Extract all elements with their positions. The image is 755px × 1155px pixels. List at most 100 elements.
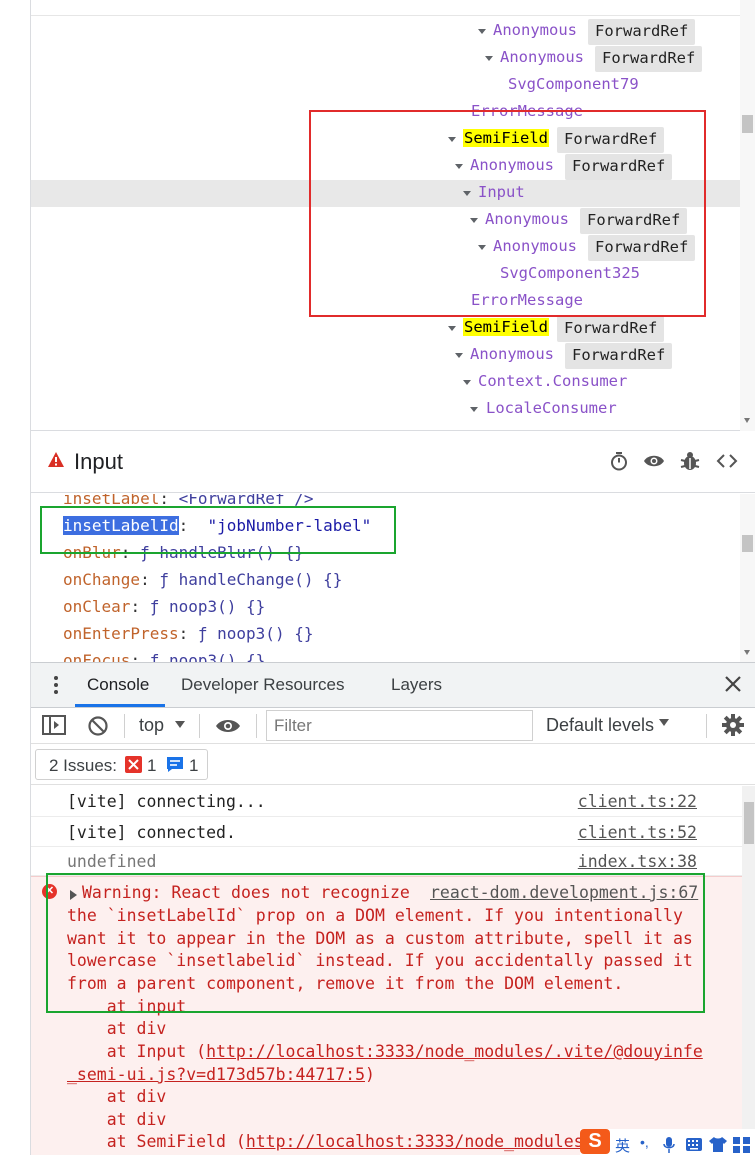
- forwardref-badge: ForwardRef: [595, 46, 703, 72]
- tree-scrollbar[interactable]: [740, 0, 755, 431]
- prop-row[interactable]: onFocus: ƒ noop3() {}: [63, 651, 265, 662]
- selected-component-title: Input: [74, 449, 123, 474]
- microphone-icon[interactable]: [663, 1137, 675, 1153]
- tree-scrollbar-thumb[interactable]: [742, 115, 753, 133]
- stack-prefix: at SemiField (: [67, 1132, 246, 1151]
- tree-divider: [31, 15, 741, 16]
- prop-separator: :: [130, 651, 141, 662]
- tree-row[interactable]: LocaleConsumer: [31, 396, 741, 423]
- filter-input[interactable]: [266, 710, 533, 741]
- tree-row[interactable]: Anonymous ForwardRef: [31, 45, 741, 72]
- ime-punctuation[interactable]: •,: [640, 1134, 649, 1150]
- tree-row[interactable]: Context.Consumer: [31, 369, 741, 396]
- toolbar-separator: [706, 714, 707, 738]
- prop-key: onFocus: [63, 651, 131, 662]
- gear-icon[interactable]: [721, 713, 745, 737]
- stack-suffix: ): [365, 1065, 375, 1084]
- prop-row[interactable]: onChange: ƒ handleChange() {}: [63, 570, 342, 589]
- red-annotation-box: [309, 110, 706, 317]
- issues-button[interactable]: 2 Issues: 1 1: [35, 749, 208, 780]
- scroll-down-arrow-icon[interactable]: [744, 650, 750, 655]
- green-annotation-box: [40, 506, 396, 554]
- stack-url-link[interactable]: http://localhost:3333/node_modules: [246, 1132, 584, 1151]
- tab-developer-resources[interactable]: Developer Resources: [181, 675, 344, 695]
- message-source-link[interactable]: client.ts:52: [578, 823, 697, 842]
- green-annotation-box: [46, 873, 705, 1013]
- issues-label: 2 Issues:: [49, 756, 118, 775]
- keyboard-icon[interactable]: [686, 1138, 702, 1151]
- console-scrollbar-thumb[interactable]: [744, 802, 754, 844]
- tab-console[interactable]: Console: [87, 675, 149, 695]
- tree-row[interactable]: SemiField ForwardRef: [31, 315, 741, 342]
- expand-arrow-icon[interactable]: [455, 353, 463, 358]
- component-name: Anonymous: [493, 21, 577, 39]
- stack-url-link[interactable]: _semi-ui.js?v=d173d57b:44717:5: [67, 1065, 365, 1084]
- left-gutter: [0, 0, 31, 1155]
- stack-line: at Input (http://localhost:3333/node_mod…: [67, 1042, 703, 1061]
- more-options-icon[interactable]: [54, 675, 58, 695]
- log-levels-selector[interactable]: Default levels: [546, 715, 654, 736]
- ime-logo[interactable]: S: [580, 1129, 610, 1154]
- prop-row[interactable]: onEnterPress: ƒ noop3() {}: [63, 624, 313, 643]
- tree-row[interactable]: Anonymous ForwardRef: [31, 342, 741, 369]
- message-text: [vite] connected.: [67, 823, 236, 842]
- component-name: SvgComponent79: [508, 75, 639, 93]
- chevron-down-icon[interactable]: [175, 721, 185, 728]
- props-scrollbar[interactable]: [740, 494, 755, 662]
- prop-row[interactable]: onClear: ƒ noop3() {}: [63, 597, 265, 616]
- eye-icon[interactable]: [215, 715, 241, 737]
- skin-icon[interactable]: [709, 1137, 727, 1152]
- stack-line: at SemiField (http://localhost:3333/node…: [67, 1132, 584, 1151]
- tree-row[interactable]: Anonymous ForwardRef: [31, 18, 741, 45]
- ime-mode[interactable]: 英: [615, 1135, 630, 1155]
- sidebar-toggle-icon[interactable]: [42, 714, 66, 736]
- prop-gap: [140, 651, 150, 662]
- props-scrollbar-thumb[interactable]: [742, 535, 753, 552]
- stack-line: at div: [67, 1087, 167, 1106]
- expand-arrow-icon[interactable]: [448, 326, 456, 331]
- forwardref-badge: ForwardRef: [588, 19, 696, 45]
- console-message: [vite] connected. client.ts:52: [31, 817, 742, 847]
- expand-arrow-icon[interactable]: [485, 56, 493, 61]
- clear-console-icon[interactable]: [87, 715, 109, 737]
- forwardref-badge: ForwardRef: [565, 343, 673, 369]
- prop-separator: :: [140, 570, 150, 589]
- component-name: Anonymous: [500, 48, 584, 66]
- toolbox-icon[interactable]: [733, 1137, 751, 1153]
- close-icon[interactable]: [722, 673, 744, 695]
- stack-line: at div: [67, 1019, 167, 1038]
- warning-icon: [48, 452, 64, 467]
- prop-gap: [140, 597, 150, 616]
- prop-value: ƒ handleChange() {}: [159, 570, 343, 589]
- message-source-link[interactable]: index.tsx:38: [578, 852, 697, 871]
- prop-value: ƒ noop3() {}: [149, 651, 266, 662]
- prop-key: onClear: [63, 597, 131, 616]
- toolbar-separator: [199, 714, 200, 738]
- code-icon[interactable]: [716, 450, 738, 472]
- chevron-down-icon[interactable]: [659, 719, 669, 726]
- expand-arrow-icon[interactable]: [463, 380, 471, 385]
- stack-prefix: at Input (: [67, 1042, 207, 1061]
- message-text: undefined: [67, 852, 157, 871]
- expand-arrow-icon[interactable]: [470, 407, 478, 412]
- bug-icon[interactable]: [679, 450, 701, 472]
- expand-arrow-icon[interactable]: [478, 29, 486, 34]
- toolbar-separator: [256, 714, 257, 738]
- scroll-down-arrow-icon[interactable]: [744, 418, 750, 423]
- error-count: 1: [147, 756, 157, 775]
- info-badge-icon: [167, 757, 183, 772]
- prop-value: ƒ noop3() {}: [149, 597, 266, 616]
- prop-key: onChange: [63, 570, 141, 589]
- tree-row[interactable]: SvgComponent79: [31, 72, 741, 99]
- prop-gap: [150, 570, 160, 589]
- message-source-link[interactable]: client.ts:22: [578, 792, 697, 811]
- stopwatch-icon[interactable]: [608, 450, 630, 472]
- stack-url-link[interactable]: http://localhost:3333/node_modules/.vite…: [206, 1042, 703, 1061]
- context-selector[interactable]: top: [139, 715, 164, 736]
- message-text: [vite] connecting...: [67, 792, 266, 811]
- tab-layers[interactable]: Layers: [391, 675, 442, 695]
- component-name: LocaleConsumer: [486, 399, 617, 417]
- eye-icon[interactable]: [643, 450, 665, 472]
- component-name: Context.Consumer: [478, 372, 628, 390]
- toolbar-separator: [124, 714, 125, 738]
